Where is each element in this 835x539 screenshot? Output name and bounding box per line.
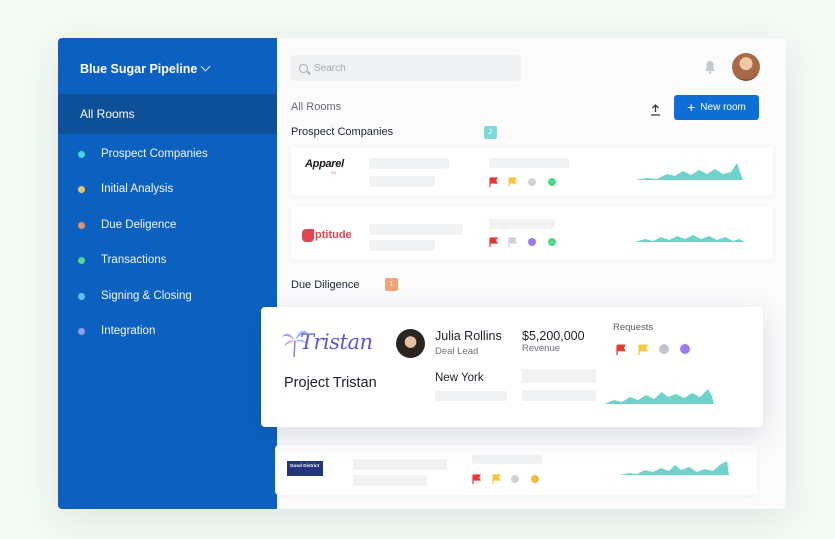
status-dot [528,238,536,246]
upload-button[interactable] [643,98,667,122]
project-title: Project Tristan [284,375,377,391]
placeholder-line [522,390,596,401]
activity-sparkline [619,461,729,475]
flag-icon [616,344,626,355]
plus-icon: + [687,99,696,115]
upload-icon [650,104,660,116]
user-avatar[interactable] [732,53,760,81]
revenue-value: $5,200,000 [522,329,585,343]
flag-icon [489,237,499,247]
placeholder-line [369,158,449,169]
status-dot [78,256,85,264]
company-logo: Good District [287,461,323,476]
status-dot [78,327,85,335]
chevron-down-icon [200,61,211,72]
sidebar-item-label: Due Deligence [101,219,177,231]
location: New York [435,372,484,384]
sidebar-item-transactions[interactable]: Transactions [78,251,166,269]
status-dot [528,178,536,186]
placeholder-line [369,240,435,251]
sidebar-item-label: Initial Analysis [101,183,174,195]
placeholder-line [472,455,542,464]
placeholder-line [353,459,447,470]
placeholder-line [369,224,463,235]
status-dot [659,344,669,354]
sidebar-item-due-deligence[interactable]: Due Deligence [78,216,176,234]
status-dot [548,178,556,186]
deal-lead-role: Deal Lead [435,346,479,357]
company-logo-sub: CO. [331,171,338,175]
main-content: Search All Rooms + New room Prospect Com… [275,38,786,509]
revenue-label: Revenue [522,343,561,354]
flag-icon [508,237,518,247]
room-card-good-district[interactable]: Good District [275,445,757,495]
sidebar-item-initial-analysis[interactable]: Initial Analysis [78,180,173,198]
sidebar-item-label: All Rooms [80,107,135,121]
sidebar-item-label: Signing & Closing [101,290,192,302]
flag-icon [508,177,518,187]
placeholder-line [489,158,569,168]
placeholder-line [369,176,435,187]
sidebar-item-label: Integration [101,325,156,337]
section-title-prospect: Prospect Companies [291,126,394,138]
featured-room-card[interactable]: Tristan Project Tristan Julia Rollins De… [261,307,763,427]
sidebar-item-label: Transactions [101,254,167,266]
flag-icon [489,177,499,187]
status-dot [511,475,519,483]
placeholder-line [489,219,555,229]
company-logo: Apparel [305,158,344,170]
sidebar-item-signing-closing[interactable]: Signing & Closing [78,287,192,305]
deal-lead-name: Julia Rollins [435,329,502,343]
count-badge: 1 [385,278,398,291]
placeholder-line [353,475,427,486]
app-window: Blue Sugar Pipeline All Rooms Prospect C… [58,38,786,509]
sidebar-item-integration[interactable]: Integration [78,322,155,340]
flag-icon [638,344,648,355]
status-dot [548,238,556,246]
pipeline-title: Blue Sugar Pipeline [80,62,198,76]
flag-icon [472,474,482,484]
bell-icon[interactable] [704,60,716,74]
activity-sparkline [635,163,743,180]
breadcrumb: All Rooms [291,101,342,113]
avatar [396,329,425,358]
aptitude-mark-icon [302,228,314,242]
flag-icon [492,474,502,484]
count-badge: 2 [484,126,497,139]
sidebar-item-all-rooms[interactable]: All Rooms [58,94,277,134]
section-title-due-diligence: Due Diligence [291,279,360,291]
room-card-apparel[interactable]: Apparel CO. [291,148,773,196]
room-card-aptitude[interactable]: ptitude [291,206,773,260]
status-dot [78,150,85,158]
placeholder-line [435,391,507,401]
company-logo-text: ptitude [315,229,352,241]
company-logo-text: Tristan [300,330,373,354]
placeholder-line [522,369,596,383]
status-dot [78,185,85,193]
activity-sparkline [635,235,745,242]
sidebar-item-prospect-companies[interactable]: Prospect Companies [78,145,208,163]
company-logo: Tristan [282,327,373,362]
pipeline-selector[interactable]: Blue Sugar Pipeline [80,60,211,78]
search-placeholder: Search [314,62,346,74]
company-logo: ptitude [302,228,352,242]
search-input[interactable]: Search [291,55,521,81]
activity-sparkline [604,389,714,404]
new-room-button[interactable]: + New room [674,95,759,120]
requests-label: Requests [613,322,654,333]
sidebar-item-label: Prospect Companies [101,148,208,160]
status-dot [78,221,85,229]
sidebar: Blue Sugar Pipeline All Rooms Prospect C… [58,38,277,509]
search-icon [299,63,308,73]
status-dot [78,292,85,300]
status-dot [531,475,539,483]
new-room-label: New room [700,102,746,113]
status-dot [680,344,690,354]
